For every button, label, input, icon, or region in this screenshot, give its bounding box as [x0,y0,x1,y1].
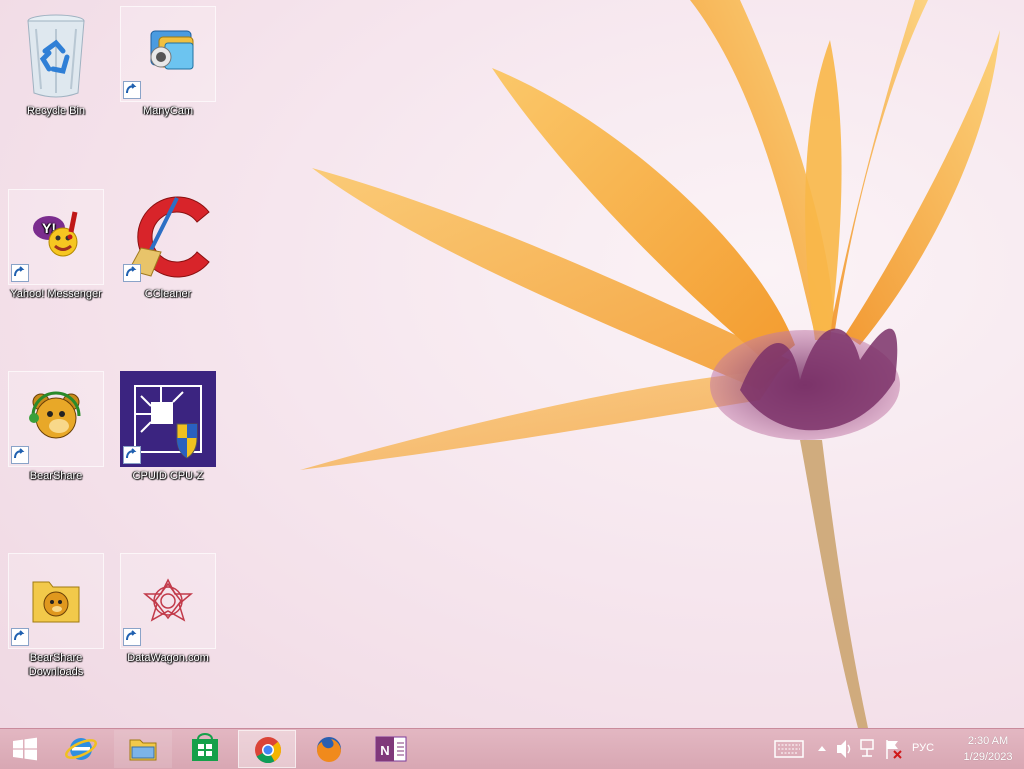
desktop-icon-cpu-z[interactable]: CPUID CPU-Z [112,371,224,483]
svg-text:N: N [380,743,389,758]
desktop-icon-label: ManyCam [142,105,194,117]
taskbar-store[interactable] [176,730,234,768]
desktop-icon-recycle-bin[interactable]: Recycle Bin [0,6,112,118]
touch-keyboard-icon[interactable] [772,729,804,769]
desktop-icon-ccleaner[interactable]: CCleaner [112,189,224,301]
internet-explorer-icon [65,738,97,760]
recycle-bin-icon [8,6,104,102]
taskbar-chrome[interactable] [238,730,296,768]
shortcut-arrow-icon [11,446,29,464]
datawagon-icon [120,553,216,649]
volume-icon[interactable] [834,729,854,769]
clock-date: 1/29/2023 [963,751,1013,763]
shortcut-arrow-icon [123,264,141,282]
onenote-icon: N [375,736,407,762]
clock[interactable]: 2:30 AM 1/29/2023 [958,733,1018,765]
shortcut-arrow-icon [123,81,141,99]
desktop-icon-label: BearShare [29,470,83,482]
network-icon[interactable] [858,729,878,769]
taskbar: N РУС 2:30 AM 1/29/2023 [0,728,1024,769]
ccleaner-icon [120,189,216,285]
taskbar-onenote[interactable]: N [362,730,420,768]
taskbar-file-explorer[interactable] [114,730,172,768]
clock-time: 2:30 AM [967,735,1009,747]
desktop-icon-label: BearShare Downloads [28,652,84,678]
shortcut-arrow-icon [123,446,141,464]
desktop-icon-bearshare-downloads[interactable]: BearShare Downloads [0,553,112,679]
firefox-icon [317,737,341,762]
windows-store-icon [192,733,218,761]
desktop-icon-yahoo-messenger[interactable]: Y! Yahoo! Messenger [0,189,112,301]
shortcut-arrow-icon [123,628,141,646]
chrome-icon [255,737,282,764]
input-language-indicator[interactable]: РУС [912,742,934,754]
cpu-z-icon [120,371,216,467]
desktop-icon-label: DataWagon.com [127,652,209,664]
desktop-icon-label: CCleaner [144,288,192,300]
shortcut-arrow-icon [11,628,29,646]
shortcut-arrow-icon [11,264,29,282]
taskbar-internet-explorer[interactable] [52,730,110,768]
bearshare-icon [8,371,104,467]
yahoo-messenger-icon: Y! [8,189,104,285]
desktop-icon-label: CPUID CPU-Z [132,470,204,482]
taskbar-firefox[interactable] [300,730,358,768]
windows-start-icon [13,737,37,761]
desktop-icon-bearshare[interactable]: BearShare [0,371,112,483]
desktop-icon-datawagon[interactable]: DataWagon.com [112,553,224,665]
start-button[interactable] [0,730,50,768]
desktop-icon-label: Yahoo! Messenger [10,288,102,300]
action-center-flag-icon[interactable] [882,729,904,769]
show-hidden-icons-chevron[interactable] [815,729,829,769]
manycam-icon [120,6,216,102]
file-explorer-icon [129,739,157,761]
desktop-icon-manycam[interactable]: ManyCam [112,6,224,118]
desktop-icon-label: Recycle Bin [26,105,86,117]
folder-bearshare-icon [8,553,104,649]
